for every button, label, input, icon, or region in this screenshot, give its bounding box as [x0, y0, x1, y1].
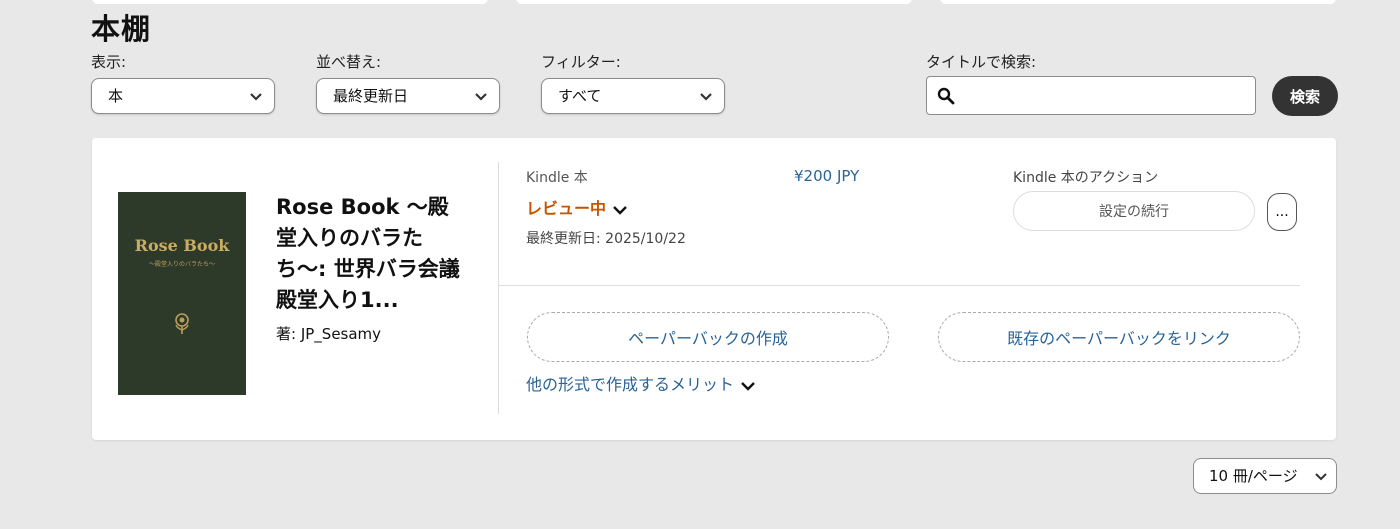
- cover-title: Rose Book: [134, 236, 230, 255]
- vertical-divider: [498, 162, 499, 414]
- other-formats-text: 他の形式で作成するメリット: [526, 375, 735, 394]
- previous-card-2: [516, 0, 912, 4]
- format-label: Kindle 本: [526, 170, 588, 186]
- chevron-down-icon: [1315, 473, 1327, 481]
- status-text: レビュー中: [526, 199, 607, 218]
- book-cover[interactable]: Rose Book 〜殿堂入りのバラたち〜: [118, 192, 246, 395]
- display-select[interactable]: 本: [91, 78, 275, 114]
- display-select-value: 本: [108, 87, 124, 105]
- last-updated: 最終更新日: 2025/10/22: [526, 231, 686, 247]
- search-box: [926, 76, 1256, 115]
- filter-label: フィルター:: [541, 53, 621, 71]
- more-actions-button[interactable]: ...: [1267, 193, 1297, 231]
- previous-card-1: [92, 0, 488, 4]
- chevron-down-icon: [741, 381, 755, 391]
- status-dropdown[interactable]: レビュー中: [526, 195, 628, 219]
- actions-label: Kindle 本のアクション: [1013, 170, 1159, 186]
- rose-icon: [175, 313, 189, 334]
- link-paperback-button[interactable]: 既存のペーパーバックをリンク: [938, 312, 1300, 362]
- book-title[interactable]: Rose Book 〜殿堂入りのバラたち〜: 世界バラ会議 殿堂入り1...: [276, 192, 466, 316]
- display-label: 表示:: [91, 53, 127, 71]
- chevron-down-icon: [613, 205, 627, 215]
- horizontal-divider: [499, 285, 1300, 286]
- search-button[interactable]: 検索: [1272, 76, 1338, 116]
- previous-card-3: [940, 0, 1336, 4]
- price[interactable]: ¥200 JPY: [794, 167, 859, 185]
- other-formats-toggle[interactable]: 他の形式で作成するメリット: [526, 371, 756, 395]
- chevron-down-icon: [700, 93, 712, 101]
- cover-subtitle: 〜殿堂入りのバラたち〜: [148, 261, 215, 268]
- chevron-down-icon: [250, 93, 262, 101]
- search-icon: [937, 87, 955, 105]
- book-author: 著: JP_Sesamy: [276, 325, 382, 343]
- sort-select[interactable]: 最終更新日: [316, 78, 500, 114]
- search-label: タイトルで検索:: [926, 53, 1037, 71]
- per-page-value: 10 冊/ページ: [1209, 467, 1298, 485]
- sort-label: 並べ替え:: [316, 53, 382, 71]
- continue-setup-button[interactable]: 設定の続行: [1013, 191, 1255, 231]
- sort-select-value: 最終更新日: [333, 87, 409, 105]
- page-title: 本棚: [91, 12, 152, 46]
- filter-select-value: すべて: [558, 87, 602, 105]
- create-paperback-button[interactable]: ペーパーバックの作成: [527, 312, 889, 362]
- filter-select[interactable]: すべて: [541, 78, 725, 114]
- chevron-down-icon: [475, 93, 487, 101]
- search-input[interactable]: [963, 81, 1252, 112]
- book-card: Rose Book 〜殿堂入りのバラたち〜 Rose Book 〜殿堂入りのバラ…: [92, 138, 1336, 440]
- per-page-select[interactable]: 10 冊/ページ: [1193, 458, 1337, 494]
